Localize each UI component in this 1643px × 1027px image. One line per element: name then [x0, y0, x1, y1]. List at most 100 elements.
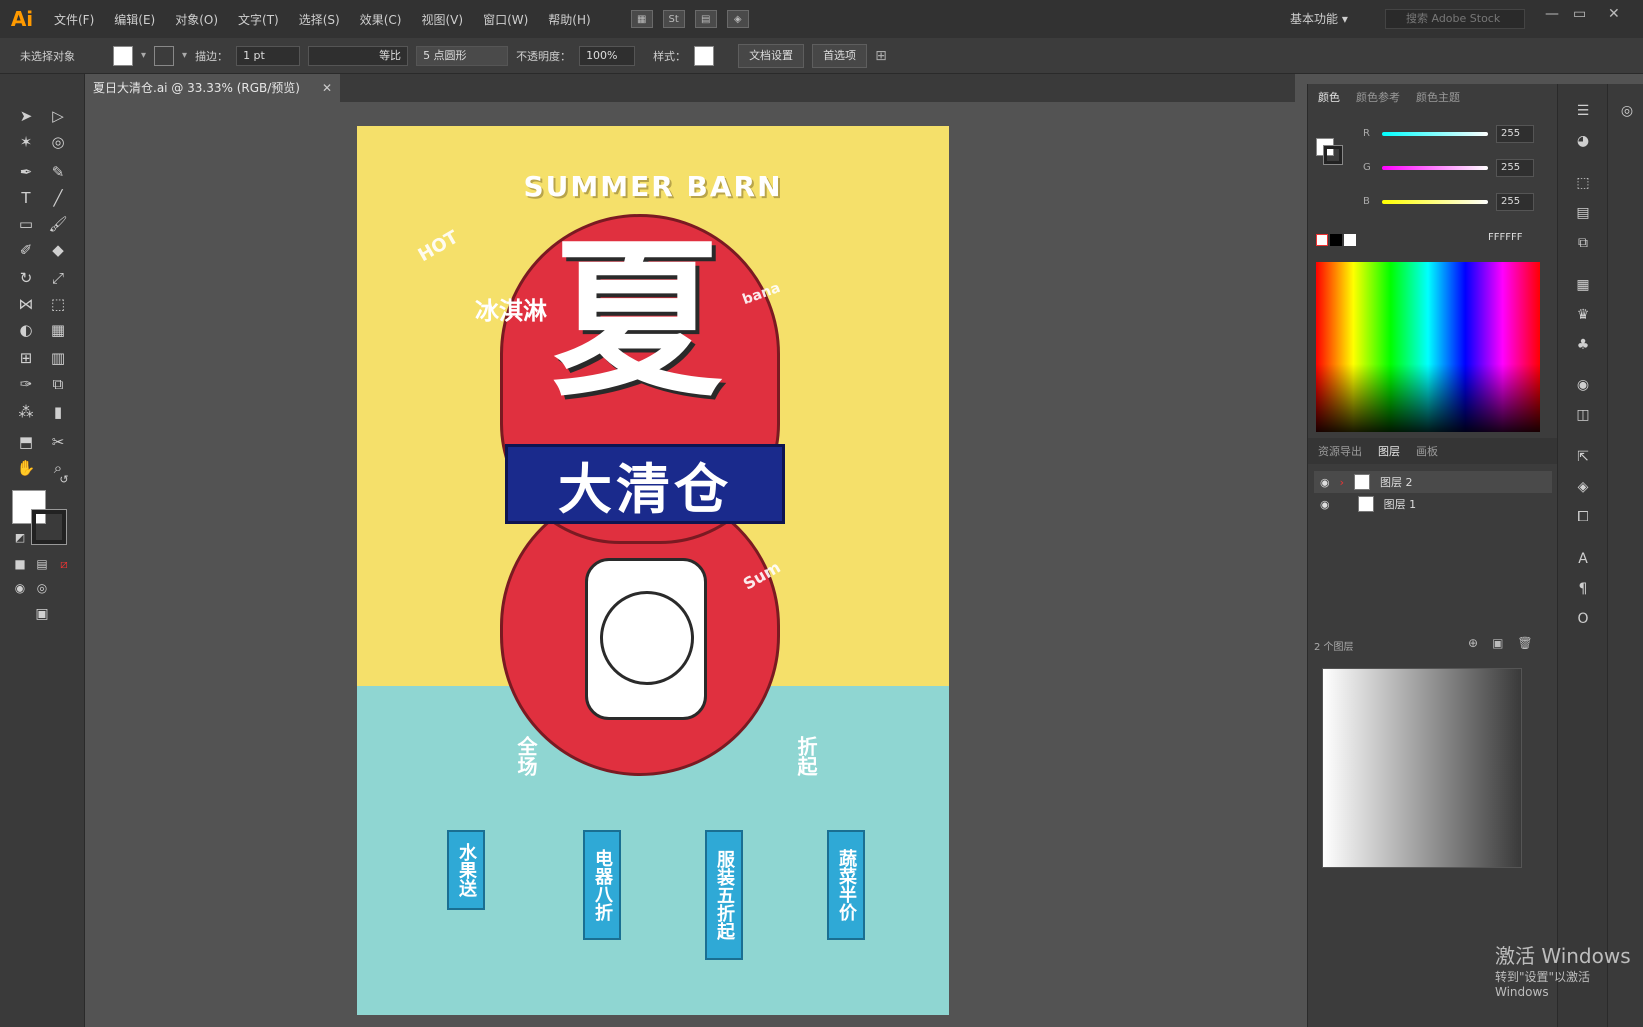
tab-color-themes[interactable]: 颜色主题 — [1416, 89, 1460, 105]
b-value-input[interactable]: 255 — [1496, 193, 1534, 211]
close-icon[interactable]: ✕ — [1608, 6, 1620, 22]
mesh-tool-icon[interactable]: ⊞ — [14, 346, 38, 370]
rotate-tool-icon[interactable]: ↻ — [14, 266, 38, 290]
eye-icon[interactable]: ◉ — [1320, 498, 1330, 511]
layers-icon[interactable]: ◈ — [1572, 476, 1594, 498]
tab-layers[interactable]: 图层 — [1378, 443, 1400, 459]
appearance-icon[interactable]: ◉ — [1572, 374, 1594, 396]
opentype-icon[interactable]: O — [1572, 608, 1594, 630]
minimize-icon[interactable]: — — [1545, 6, 1559, 22]
chevron-down-icon[interactable]: ▾ — [182, 50, 187, 61]
new-layer-icon[interactable]: ▣ — [1492, 636, 1503, 650]
selection-tool-icon[interactable]: ➤ — [14, 104, 38, 128]
align-icon[interactable]: ⊞ — [875, 48, 887, 64]
none-mode-icon[interactable]: ⧄ — [52, 552, 76, 576]
hex-value-input[interactable]: FFFFFF — [1488, 232, 1523, 243]
draw-normal-icon[interactable]: ◉ — [8, 576, 32, 600]
paragraph-icon[interactable]: ¶ — [1572, 578, 1594, 600]
gradient-tool-icon[interactable]: ▥ — [46, 346, 70, 370]
symbols-icon[interactable]: ♣ — [1572, 334, 1594, 356]
artboard[interactable]: SUMMER BARN 夏 大清仓 冰淇淋 HOT bana Sum 全场 折起… — [357, 126, 949, 1015]
pathfinder-icon[interactable]: ⧉ — [1572, 232, 1594, 254]
pen-tool-icon[interactable]: ✒ — [14, 160, 38, 184]
eraser-tool-icon[interactable]: ◆ — [46, 238, 70, 262]
search-input[interactable]: 搜索 Adobe Stock — [1385, 9, 1525, 29]
opacity-input[interactable]: 100% — [579, 45, 636, 66]
draw-behind-icon[interactable]: ◎ — [30, 576, 54, 600]
arrange-documents-icon[interactable]: ▤ — [694, 10, 717, 28]
shape-builder-tool-icon[interactable]: ◐ — [14, 318, 38, 342]
maximize-icon[interactable]: ▭ — [1573, 6, 1586, 22]
stock-button[interactable]: St — [662, 10, 685, 28]
menu-effect[interactable]: 效果(C) — [350, 11, 412, 28]
width-tool-icon[interactable]: ⋈ — [14, 292, 38, 316]
layer-name[interactable]: 图层 2 — [1380, 474, 1413, 490]
fill-swatch[interactable] — [113, 45, 133, 66]
gpu-performance-icon[interactable]: ◈ — [726, 10, 749, 28]
paintbrush-tool-icon[interactable]: 🖌 — [46, 212, 70, 236]
artboard-tool-icon[interactable]: ⬒ — [14, 430, 38, 454]
style-swatch[interactable] — [694, 45, 715, 66]
menu-view[interactable]: 视图(V) — [411, 11, 473, 28]
eyedropper-tool-icon[interactable]: ✑ — [14, 372, 38, 396]
magic-wand-tool-icon[interactable]: ✶ — [14, 130, 38, 154]
character-icon[interactable]: A — [1572, 548, 1594, 570]
tab-artboards[interactable]: 画板 — [1416, 443, 1438, 459]
properties-icon[interactable]: ☰ — [1572, 100, 1594, 122]
g-value-input[interactable]: 255 — [1496, 159, 1534, 177]
r-slider[interactable]: 255 — [1382, 124, 1534, 144]
menu-type[interactable]: 文字(T) — [228, 11, 289, 28]
trash-icon[interactable]: 🗑 — [1517, 636, 1532, 650]
line-tool-icon[interactable]: ╱ — [46, 186, 70, 210]
slice-tool-icon[interactable]: ✂ — [46, 430, 70, 454]
perspective-grid-tool-icon[interactable]: ▦ — [46, 318, 70, 342]
direct-selection-tool-icon[interactable]: ▷ — [46, 104, 70, 128]
expand-arrow-icon[interactable]: › — [1340, 476, 1344, 489]
stroke-color-swatch[interactable] — [31, 509, 67, 545]
color-spectrum[interactable] — [1316, 262, 1540, 432]
bridge-icon[interactable]: ▦ — [630, 10, 653, 28]
brushes-icon[interactable]: ♛ — [1572, 304, 1594, 326]
column-graph-tool-icon[interactable]: ▮ — [46, 400, 70, 424]
align-panel-icon[interactable]: ▤ — [1572, 202, 1594, 224]
tab-color-guide[interactable]: 颜色参考 — [1356, 89, 1400, 105]
shaper-tool-icon[interactable]: ✐ — [14, 238, 38, 262]
tab-asset-export[interactable]: 资源导出 — [1318, 443, 1362, 459]
quick-swatches[interactable] — [1316, 234, 1356, 246]
screen-mode-icon[interactable]: ▣ — [30, 602, 54, 626]
menu-file[interactable]: 文件(F) — [44, 11, 104, 28]
chevron-down-icon[interactable]: ▾ — [141, 50, 146, 61]
rectangle-tool-icon[interactable]: ▭ — [14, 212, 38, 236]
b-slider[interactable]: 255 — [1382, 192, 1534, 212]
gradient-mode-icon[interactable]: ▤ — [30, 552, 54, 576]
preferences-button[interactable]: 首选项 — [812, 43, 868, 68]
hand-tool-icon[interactable]: ✋ — [14, 456, 38, 480]
color-icon[interactable]: ◕ — [1572, 130, 1594, 152]
curvature-tool-icon[interactable]: ✎ — [46, 160, 70, 184]
artboards-icon[interactable]: ⧠ — [1572, 506, 1594, 528]
stroke-profile-select[interactable]: 等比 — [308, 45, 409, 66]
brush-select[interactable]: 5 点圆形 — [416, 45, 509, 66]
stroke-weight-input[interactable]: 1 pt — [236, 45, 301, 66]
transform-icon[interactable]: ⬚ — [1572, 172, 1594, 194]
menu-window[interactable]: 窗口(W) — [473, 11, 538, 28]
swap-colors-icon[interactable]: ↺ — [52, 468, 76, 492]
document-tab[interactable]: 夏日大清仓.ai @ 33.33% (RGB/预览) ✕ — [85, 74, 340, 102]
menu-select[interactable]: 选择(S) — [289, 11, 350, 28]
color-mode-icon[interactable]: ■ — [8, 552, 32, 576]
menu-object[interactable]: 对象(O) — [165, 11, 228, 28]
layer-name[interactable]: 图层 1 — [1384, 496, 1417, 512]
symbol-sprayer-tool-icon[interactable]: ⁂ — [14, 400, 38, 424]
lasso-tool-icon[interactable]: ◎ — [46, 130, 70, 154]
swatches-icon[interactable]: ▦ — [1572, 274, 1594, 296]
panel-stroke-swatch[interactable] — [1323, 145, 1343, 165]
blend-tool-icon[interactable]: ⧉ — [46, 372, 70, 396]
default-colors-icon[interactable]: ◩ — [8, 526, 32, 550]
libraries-icon[interactable]: ◎ — [1616, 100, 1638, 122]
menu-edit[interactable]: 编辑(E) — [104, 11, 165, 28]
stroke-swatch[interactable] — [154, 45, 175, 66]
new-sublayer-icon[interactable]: ⊕ — [1468, 636, 1478, 650]
close-tab-icon[interactable]: ✕ — [322, 74, 332, 102]
graphic-styles-icon[interactable]: ◫ — [1572, 404, 1594, 426]
layer-row[interactable]: ◉ 图层 1 — [1314, 493, 1552, 515]
